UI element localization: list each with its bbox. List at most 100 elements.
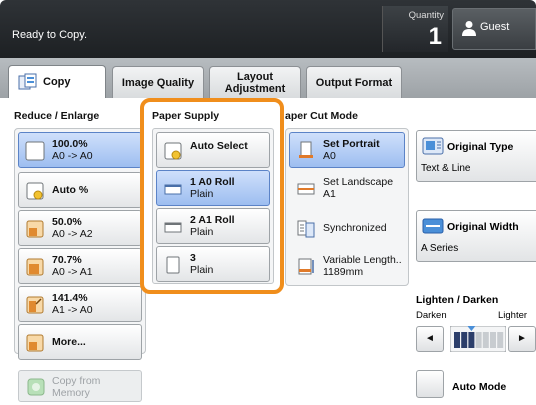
density-bar <box>454 332 460 348</box>
guest-label: Guest <box>480 21 510 33</box>
density-bar <box>490 332 496 348</box>
paper-option-label: 3 <box>190 252 196 264</box>
original-type-label: Original Type <box>447 141 514 153</box>
memory-icon <box>27 378 45 396</box>
reduce-option-50[interactable]: 50.0% A0 -> A2 <box>18 210 142 246</box>
reduce-option-label: 141.4% <box>52 292 88 304</box>
cut-option-sublabel: A1 <box>323 188 336 200</box>
reduce-option-more[interactable]: More... <box>18 324 142 360</box>
copy-icon <box>18 73 37 90</box>
copy-from-memory-button[interactable]: Copy from Memory <box>18 370 142 402</box>
more-icon <box>26 334 44 352</box>
reduce-option-70-7[interactable]: 70.7% A0 -> A1 <box>18 248 142 284</box>
reduce-option-label: More... <box>52 336 86 348</box>
tab-layout-adjustment[interactable]: Layout Adjustment <box>209 66 301 98</box>
reduce-icon <box>26 220 44 238</box>
paper-option-label: 1 A0 Roll <box>190 176 235 188</box>
cut-option-sublabel: A0 <box>323 150 336 162</box>
copy-from-memory-label: Copy from Memory <box>52 375 101 399</box>
lighten-darken-heading: Lighten / Darken <box>416 294 499 306</box>
auto-mode-label: Auto Mode <box>452 381 507 393</box>
original-type-icon <box>422 137 444 155</box>
roll-paper-icon <box>164 222 182 233</box>
auto-mode-checkbox[interactable] <box>416 370 444 398</box>
status-message: Ready to Copy. <box>12 29 88 41</box>
darken-label: Darken <box>416 310 447 321</box>
original-width-value: A Series <box>421 243 459 254</box>
status-bar: Ready to Copy. Quantity 1 Guest <box>0 0 536 58</box>
reduce-option-sublabel: A1 -> A0 <box>52 304 93 316</box>
original-type-value: Text & Line <box>421 163 471 174</box>
tab-copy[interactable]: Copy <box>8 65 106 98</box>
reduce-option-label: 70.7% <box>52 254 82 266</box>
reduce-option-label: 100.0% <box>52 138 88 150</box>
tab-image-quality-label: Image Quality <box>121 77 195 89</box>
guest-login-button[interactable]: Guest <box>452 8 536 50</box>
original-type-button[interactable]: Original Type Text & Line <box>416 130 536 182</box>
cut-option-set-landscape[interactable]: Set Landscape A1 <box>289 170 405 206</box>
paper-supply-heading: Paper Supply <box>152 110 220 122</box>
cut-option-label: Set Portrait <box>323 138 380 150</box>
reduce-option-141-4[interactable]: 141.4% A1 -> A0 <box>18 286 142 322</box>
enlarge-icon <box>26 296 44 314</box>
paper-option-tray-2[interactable]: 2 A1 Roll Plain <box>156 208 270 244</box>
reduce-option-auto[interactable]: Auto % <box>18 172 142 208</box>
sheet-paper-icon <box>166 256 180 274</box>
paper-option-tray-3[interactable]: 3 Plain <box>156 246 270 282</box>
lighter-label: Lighter <box>498 310 528 321</box>
original-width-label: Original Width <box>447 221 519 233</box>
cut-option-set-portrait[interactable]: Set Portrait A0 <box>289 132 405 168</box>
density-bars <box>454 332 504 348</box>
auto-percent-icon <box>26 182 44 200</box>
portrait-icon <box>299 141 313 158</box>
tab-output-format-label: Output Format <box>315 77 393 89</box>
quantity-label: Quantity <box>408 10 444 21</box>
density-bar <box>475 332 482 348</box>
paper-option-tray-1[interactable]: 1 A0 Roll Plain <box>156 170 270 206</box>
paper-option-sublabel: Plain <box>190 226 214 238</box>
tab-copy-label: Copy <box>43 76 71 88</box>
quantity-display: Quantity 1 <box>382 6 448 52</box>
roll-paper-icon <box>164 184 182 195</box>
original-width-button[interactable]: Original Width A Series <box>416 210 536 262</box>
paper-option-sublabel: Plain <box>190 264 214 276</box>
reduce-enlarge-heading: Reduce / Enlarge <box>14 110 100 122</box>
density-bar <box>497 332 504 348</box>
tab-image-quality[interactable]: Image Quality <box>112 66 204 98</box>
lighter-arrow-button[interactable]: ► <box>508 326 536 352</box>
density-slider[interactable] <box>450 326 506 352</box>
reduce-icon <box>26 258 44 276</box>
copy-panel: Reduce / Enlarge 100.0% A0 -> A0 Auto % … <box>0 98 536 405</box>
variable-length-icon <box>298 258 314 275</box>
checkbox-icon <box>25 141 45 161</box>
density-bar <box>461 332 468 348</box>
tab-layout-adjustment-label: Layout Adjustment <box>224 71 286 95</box>
reduce-option-100[interactable]: 100.0% A0 -> A0 <box>18 132 142 168</box>
reduce-option-sublabel: A0 -> A1 <box>52 266 93 278</box>
paper-option-auto-select[interactable]: Auto Select <box>156 132 270 168</box>
user-icon <box>462 21 476 36</box>
density-bar <box>468 332 475 348</box>
cut-option-sublabel: 1189mm <box>323 266 364 278</box>
cut-option-label: Synchronized <box>323 222 387 234</box>
synchronized-icon <box>297 220 315 238</box>
darken-arrow-button[interactable]: ◄ <box>416 326 444 352</box>
paper-supply-highlight: Paper Supply Auto Select 1 A0 Roll Plain… <box>140 98 284 294</box>
paper-cut-mode-heading: aper Cut Mode <box>285 110 358 122</box>
paper-option-sublabel: Plain <box>190 188 214 200</box>
quantity-value: 1 <box>428 23 442 50</box>
paper-option-label: Auto Select <box>190 140 248 152</box>
cut-option-synchronized[interactable]: Synchronized <box>289 210 405 246</box>
cut-option-label: Variable Length.. <box>323 254 402 266</box>
original-width-icon <box>422 218 444 234</box>
tab-output-format[interactable]: Output Format <box>306 66 402 98</box>
reduce-option-label: 50.0% <box>52 216 82 228</box>
cut-option-variable-length[interactable]: Variable Length.. 1189mm <box>289 248 405 284</box>
paper-option-label: 2 A1 Roll <box>190 214 235 226</box>
density-bar <box>482 332 489 348</box>
reduce-option-sublabel: A0 -> A2 <box>52 228 93 240</box>
cut-option-label: Set Landscape <box>323 176 394 188</box>
tab-bar: Copy Image Quality Layout Adjustment Out… <box>0 58 536 98</box>
landscape-icon <box>297 183 315 195</box>
reduce-option-sublabel: A0 -> A0 <box>52 150 93 162</box>
